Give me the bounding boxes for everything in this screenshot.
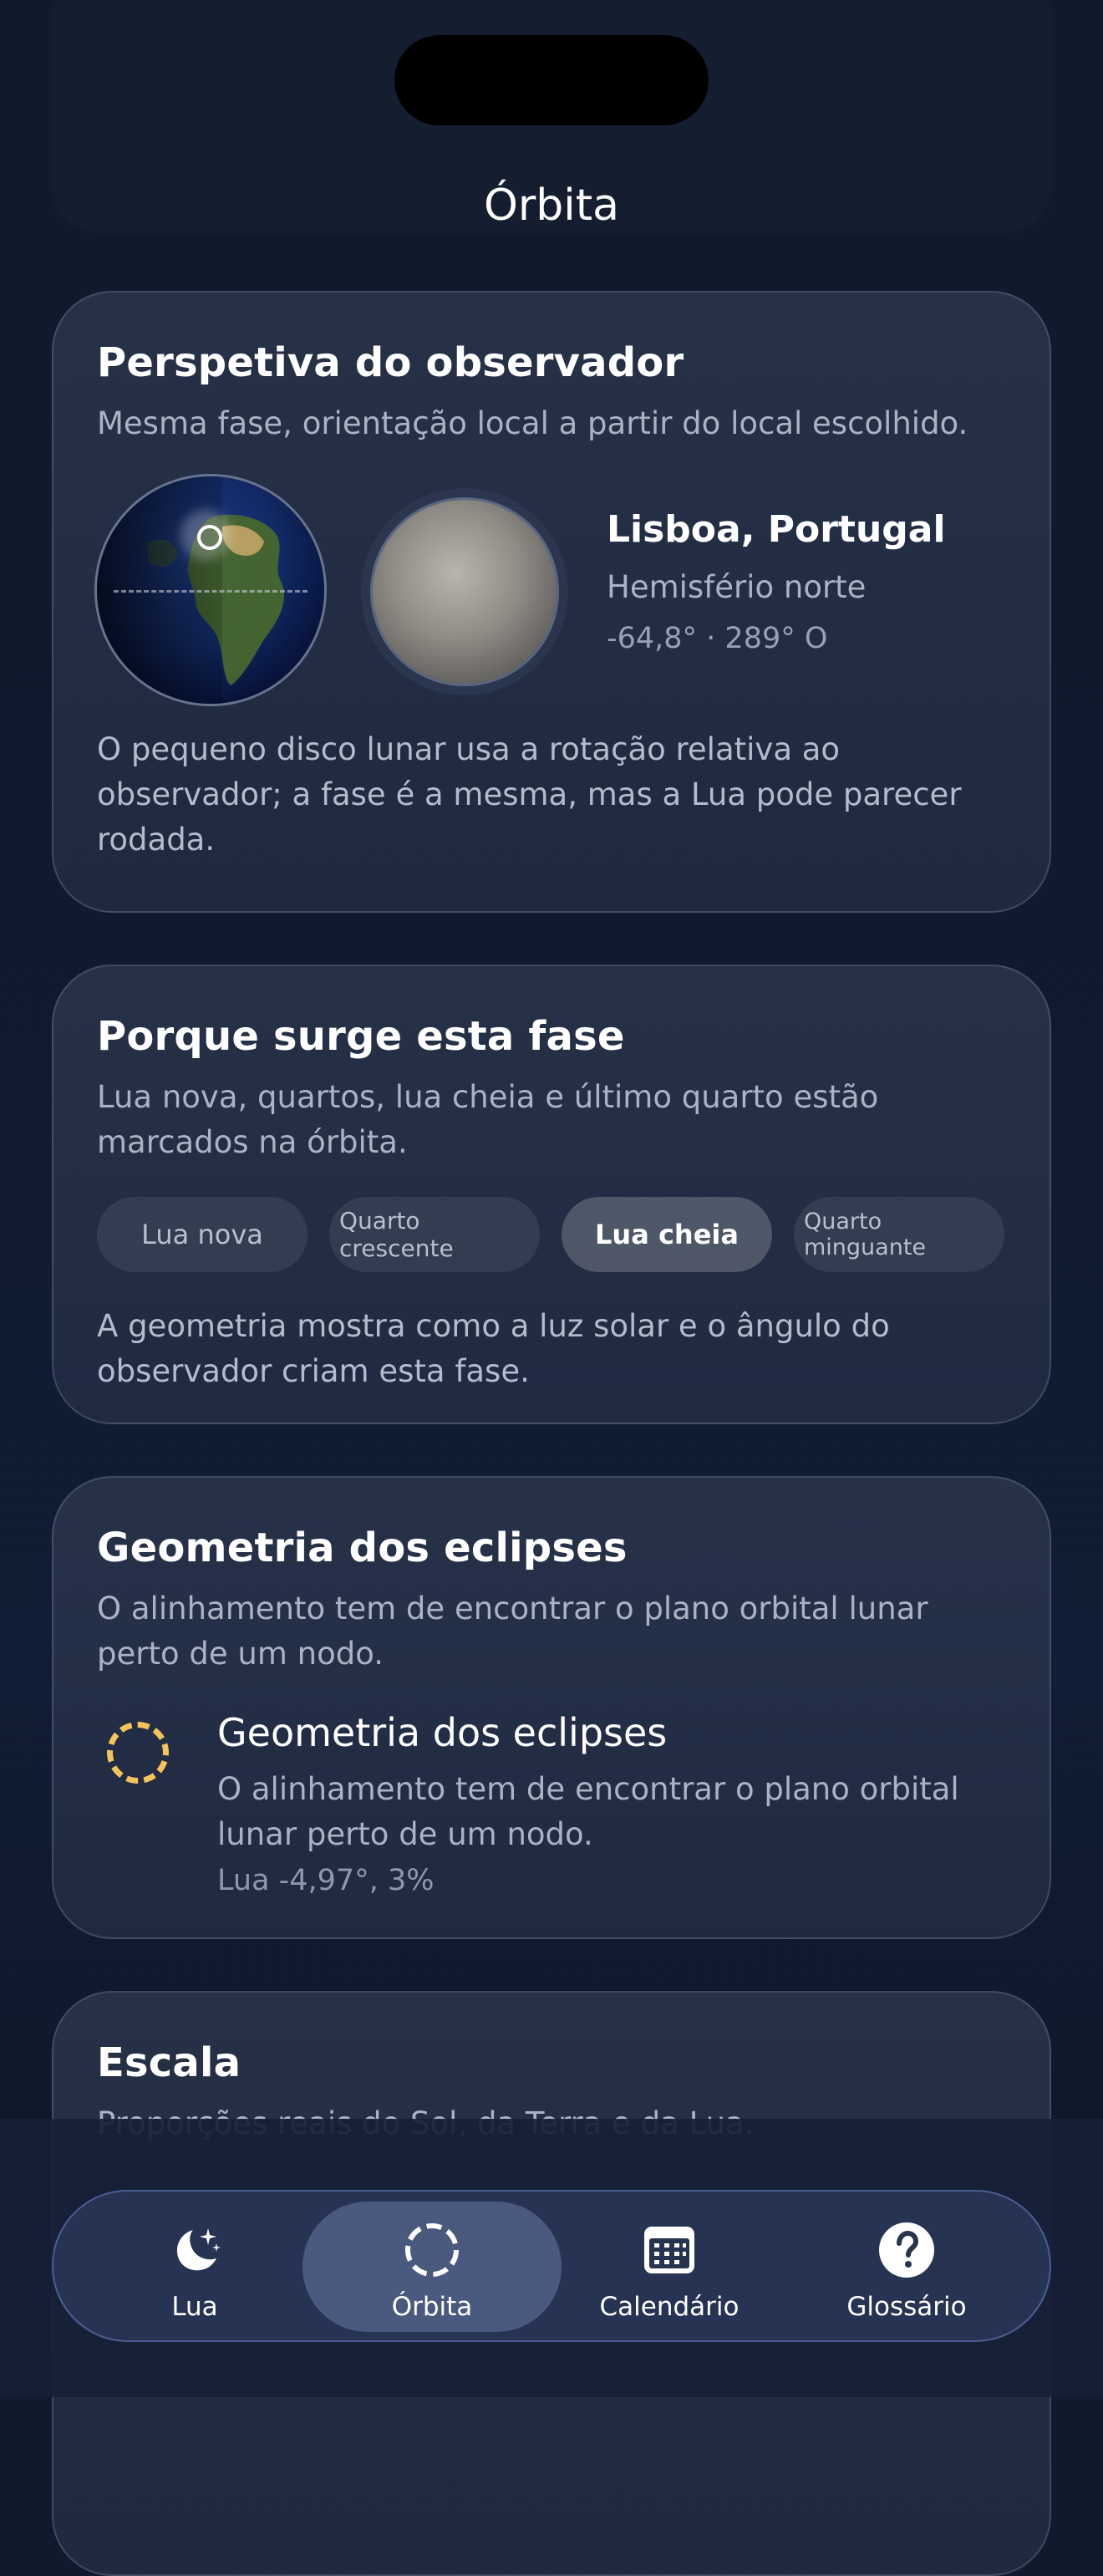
observer-perspective-card: Perspetiva do observador Mesma fase, ori… (52, 291, 1051, 913)
question-mark-icon (879, 2222, 934, 2278)
moon-stars-icon (176, 2228, 221, 2271)
chip-first-quarter[interactable]: Quarto crescente (329, 1197, 540, 1272)
phase-description: A geometria mostra como a luz solar e o … (97, 1308, 890, 1389)
dynamic-island (394, 35, 709, 125)
tab-label: Calendário (599, 2292, 740, 2322)
chip-new-moon[interactable]: Lua nova (97, 1197, 308, 1272)
observer-location-marker (197, 525, 222, 550)
card-title: Escala (97, 2039, 241, 2086)
equator-line (114, 590, 308, 593)
phase-chip-group: Lua nova Quarto crescente Lua cheia Quar… (97, 1197, 1006, 1272)
card-subtitle: O alinhamento tem de encontrar o plano o… (97, 1591, 928, 1672)
chip-last-quarter[interactable]: Quarto minguante (794, 1197, 1004, 1272)
eclipse-item-value: Lua -4,97°, 3% (217, 1864, 435, 1897)
observer-description: O pequeno disco lunar usa a rotação rela… (97, 731, 962, 858)
observer-visual: Lisboa, Portugal Hemisfério norte -64,8°… (97, 476, 1006, 719)
tab-glossary[interactable]: Glossário (777, 2202, 1036, 2332)
eclipse-dashed-circle-icon (107, 1722, 169, 1784)
tab-bar: Lua Órbita Calendário Glossário (52, 2190, 1051, 2342)
orbit-dashed-circle-icon (405, 2223, 459, 2277)
location-info: Lisboa, Portugal Hemisfério norte -64,8°… (607, 508, 946, 655)
chip-full-moon[interactable]: Lua cheia (562, 1197, 772, 1272)
tab-orbit[interactable]: Órbita (302, 2202, 562, 2332)
tab-moon[interactable]: Lua (65, 2202, 324, 2332)
card-title: Porque surge esta fase (97, 1013, 625, 1060)
card-subtitle: Lua nova, quartos, lua cheia e último qu… (97, 1079, 879, 1160)
page-title: Órbita (483, 181, 620, 231)
phase-explanation-card: Porque surge esta fase Lua nova, quartos… (52, 965, 1051, 1424)
tab-label: Órbita (391, 2292, 473, 2322)
eclipse-item: Geometria dos eclipses O alinhamento tem… (97, 1710, 1006, 1919)
eclipse-geometry-card: Geometria dos eclipses O alinhamento tem… (52, 1476, 1051, 1939)
eclipse-item-title: Geometria dos eclipses (217, 1710, 668, 1755)
tab-calendar[interactable]: Calendário (540, 2202, 799, 2332)
card-title: Perspetiva do observador (97, 339, 684, 386)
card-subtitle: Mesma fase, orientação local a partir do… (97, 405, 968, 441)
calendar-icon (644, 2227, 694, 2273)
earth-globe-icon (97, 476, 324, 704)
hemisphere-label: Hemisfério norte (607, 569, 867, 605)
coordinates-label: -64,8° · 289° O (607, 622, 828, 655)
location-name: Lisboa, Portugal (607, 508, 946, 551)
eclipse-item-description: O alinhamento tem de encontrar o plano o… (217, 1771, 959, 1852)
tab-label: Lua (171, 2292, 218, 2322)
tab-label: Glossário (846, 2292, 967, 2322)
moon-disc-icon (373, 500, 557, 684)
card-title: Geometria dos eclipses (97, 1525, 628, 1571)
